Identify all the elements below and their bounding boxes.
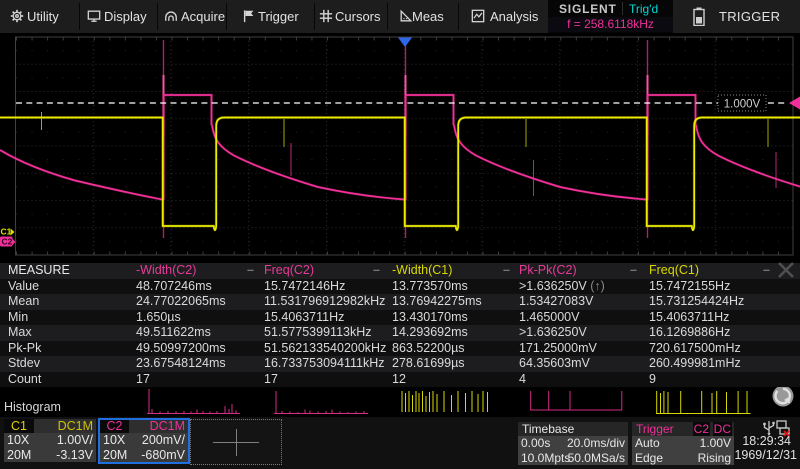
svg-text:C2: C2: [2, 237, 13, 247]
svg-text:C1: C1: [1, 227, 12, 237]
svg-text:1.000V: 1.000V: [724, 99, 761, 111]
